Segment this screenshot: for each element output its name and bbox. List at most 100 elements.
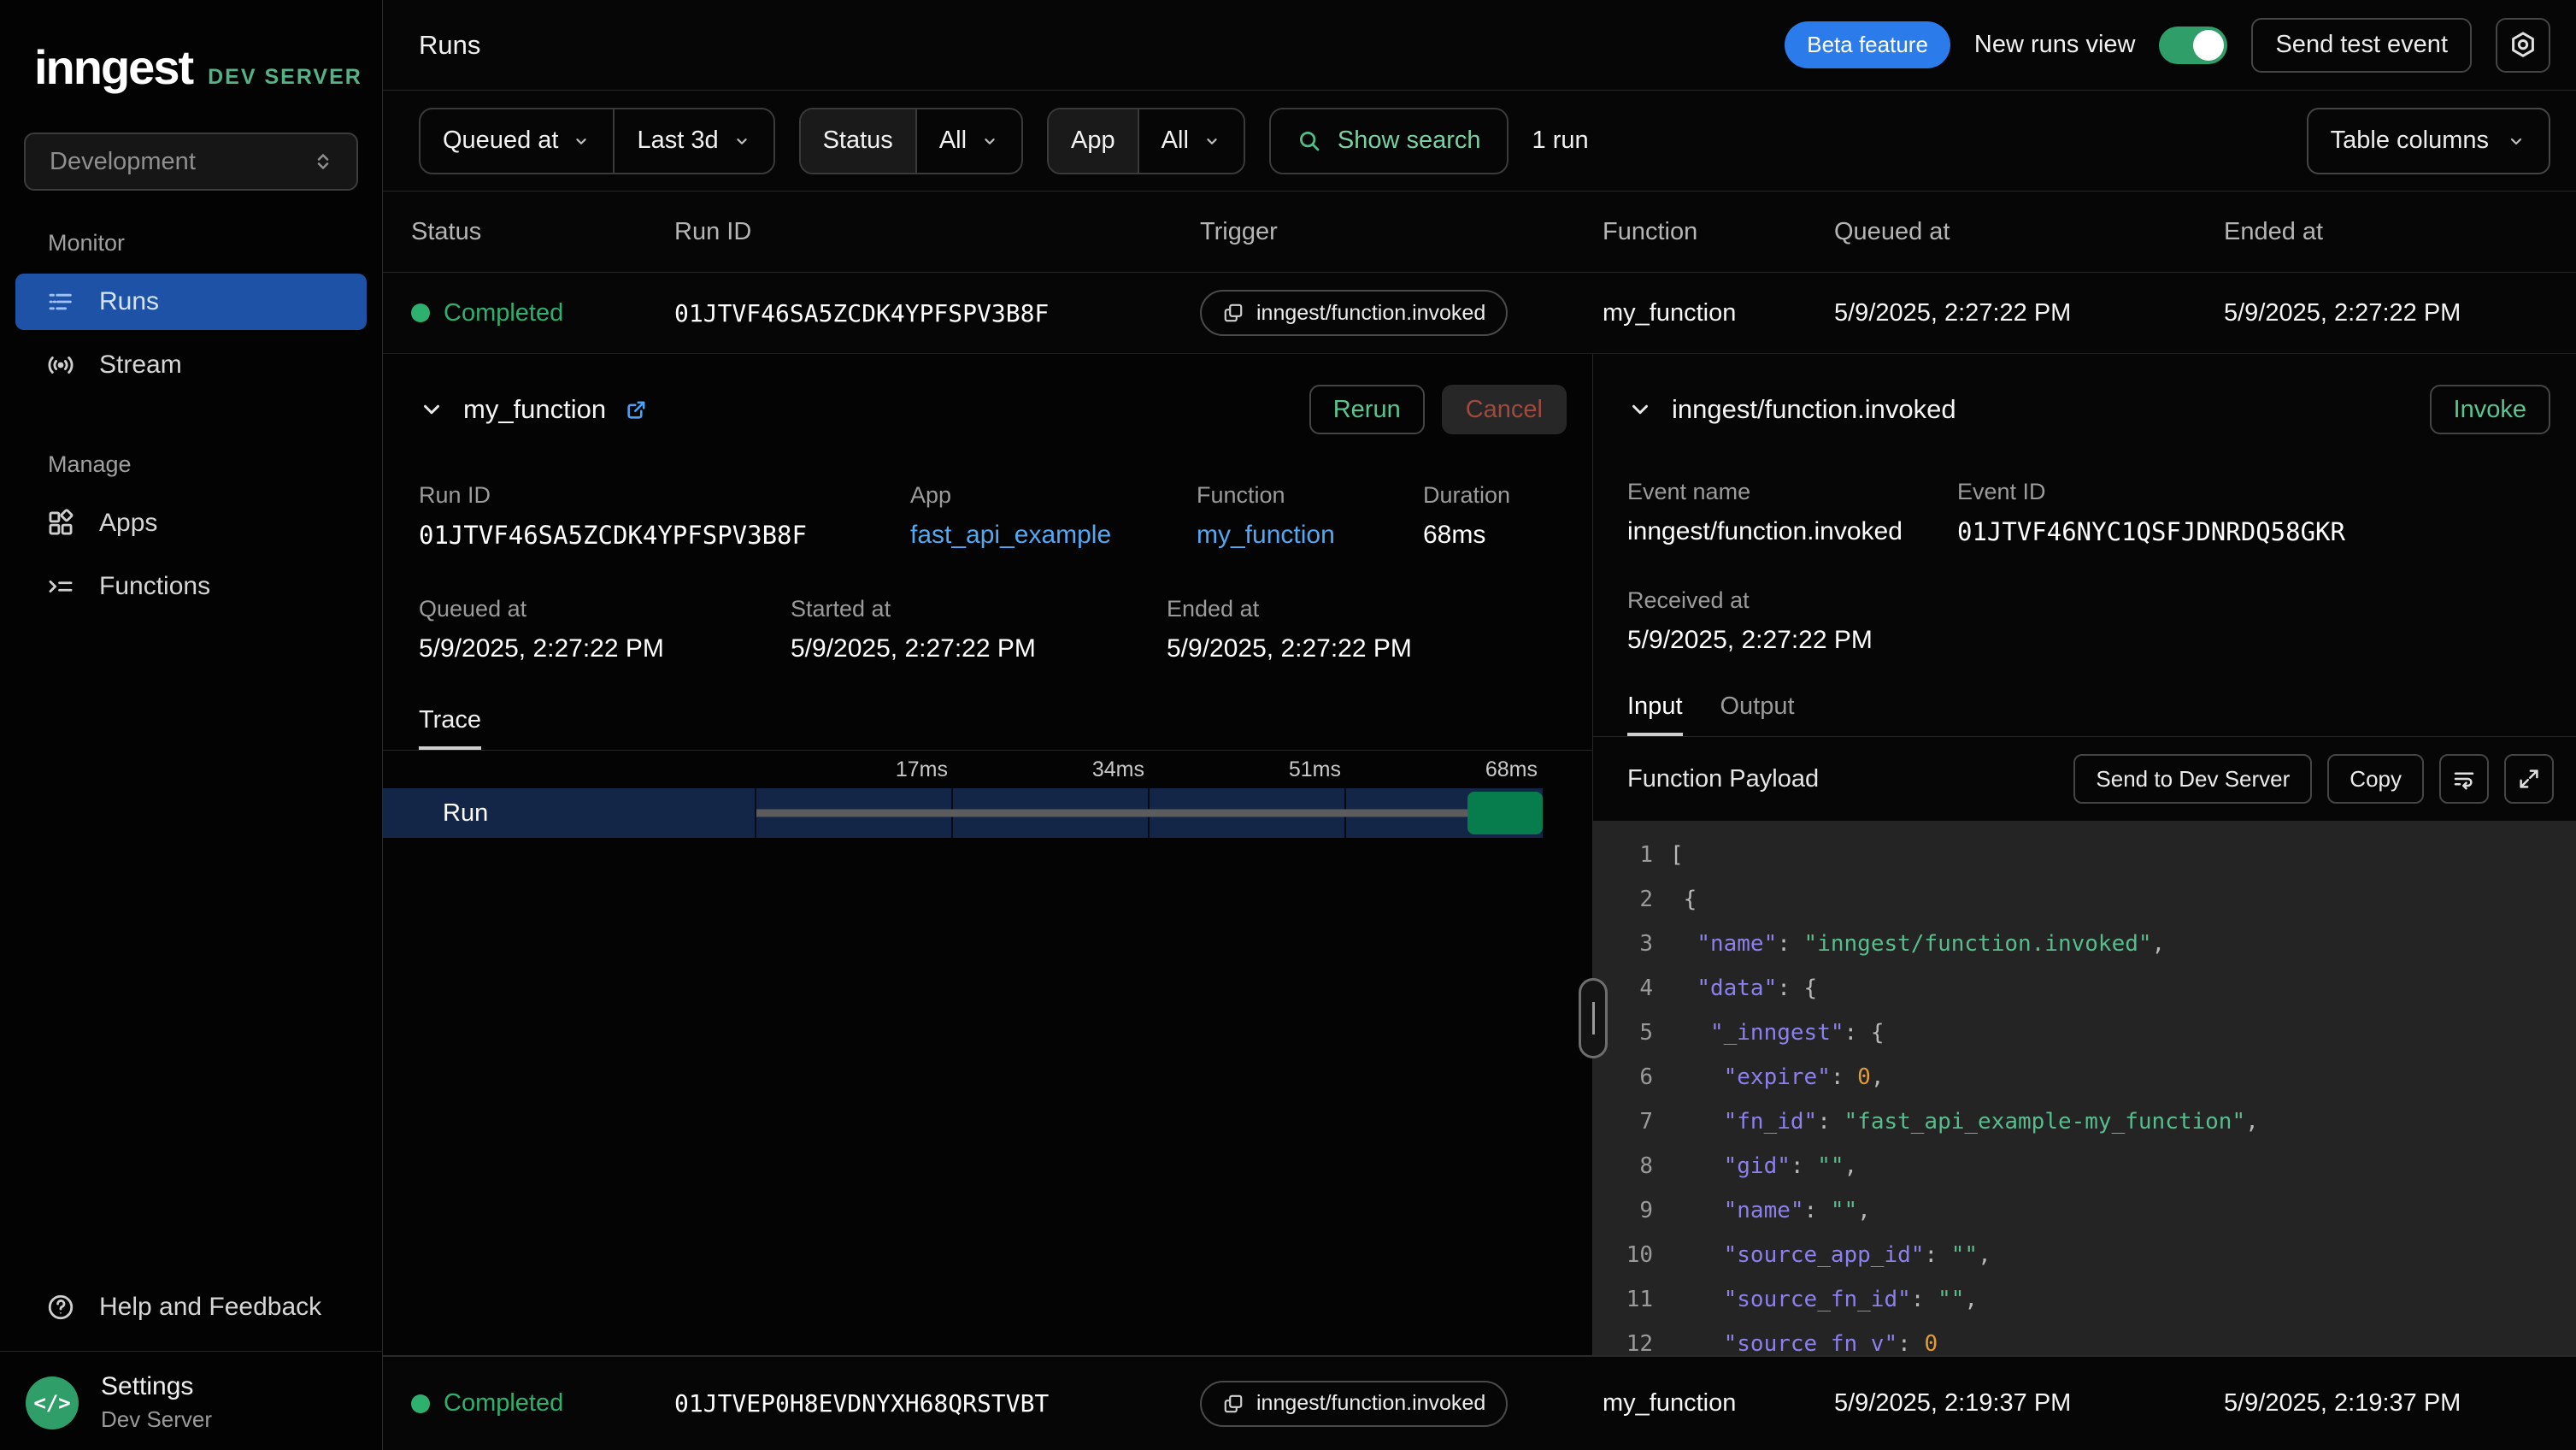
table-columns-button[interactable]: Table columns <box>2307 108 2550 174</box>
help-and-feedback[interactable]: Help and Feedback <box>15 1279 367 1335</box>
run-status-cell: Completed <box>411 299 674 327</box>
tab-output[interactable]: Output <box>1720 693 1795 736</box>
trigger-badge[interactable]: inngest/function.invoked <box>1200 290 1508 336</box>
sidebar-spacer <box>0 618 382 1276</box>
run-queued-at: 5/9/2025, 2:27:22 PM <box>1834 299 2224 327</box>
sidebar-item-runs-label: Runs <box>99 287 159 316</box>
trace-execution-bar[interactable] <box>1467 792 1543 834</box>
queued-at-dropdown[interactable]: Queued at <box>421 109 613 173</box>
expand-button[interactable] <box>2504 754 2554 804</box>
word-wrap-button[interactable] <box>2439 754 2489 804</box>
line-number: 8 <box>1614 1144 1653 1188</box>
collapse-chevron-icon[interactable] <box>1627 397 1653 422</box>
collapse-chevron-icon[interactable] <box>419 397 444 422</box>
payload-code[interactable]: 1[2 {3 "name": "inngest/function.invoked… <box>1593 821 2576 1355</box>
copy-button[interactable]: Copy <box>2327 754 2424 804</box>
sidebar-item-stream[interactable]: Stream <box>15 337 367 393</box>
received-at-label: Received at <box>1627 587 2550 614</box>
settings-item[interactable]: </> Settings Dev Server <box>15 1372 367 1433</box>
show-search-button[interactable]: Show search <box>1269 108 1509 174</box>
topbar: Runs Beta feature New runs view Send tes… <box>383 0 2576 91</box>
new-runs-view-toggle[interactable] <box>2159 27 2227 64</box>
function-label: Function <box>1197 482 1423 509</box>
cancel-button[interactable]: Cancel <box>1442 385 1567 434</box>
line-number: 1 <box>1614 833 1653 877</box>
code-line: 6 "expire": 0, <box>1614 1055 2576 1099</box>
show-search-label: Show search <box>1338 127 1481 155</box>
table-row[interactable]: Completed 01JTVF46SA5ZCDK4YPFSPV3B8F inn… <box>383 273 2576 354</box>
line-number: 4 <box>1614 966 1653 1011</box>
table-row[interactable]: Completed 01JTVEP0H8EVDNYXH68QRSTVBT inn… <box>383 1355 2576 1450</box>
started-at-label: Started at <box>791 596 1167 622</box>
column-header-status[interactable]: Status <box>411 218 674 246</box>
panel-resizer[interactable] <box>1579 978 1608 1058</box>
duration-label: Duration <box>1423 482 1567 509</box>
column-header-trigger[interactable]: Trigger <box>1200 218 1603 246</box>
received-at-value: 5/9/2025, 2:27:22 PM <box>1627 626 2550 655</box>
event-tabs: Input Output <box>1627 693 2550 736</box>
run-status: Completed <box>444 299 563 327</box>
line-number: 6 <box>1614 1055 1653 1099</box>
run-id-value: 01JTVF46SA5ZCDK4YPFSPV3B8F <box>419 521 910 550</box>
payload-toolbar: Function Payload Send to Dev Server Copy <box>1593 737 2576 821</box>
stream-icon <box>46 351 75 380</box>
tab-trace[interactable]: Trace <box>419 706 481 750</box>
time-range-dropdown[interactable]: Last 3d <box>613 109 773 173</box>
column-header-queued-at[interactable]: Queued at <box>1834 218 2224 246</box>
sidebar-item-apps-label: Apps <box>99 509 157 538</box>
started-at-value: 5/9/2025, 2:27:22 PM <box>791 634 1167 663</box>
run-status-cell: Completed <box>411 1389 674 1418</box>
status-filter-label: Status <box>801 109 915 173</box>
event-detail-panel: inngest/function.invoked Invoke Event na… <box>1593 354 2576 1355</box>
sidebar-item-apps[interactable]: Apps <box>15 495 367 551</box>
runs-icon <box>46 287 75 316</box>
tab-input[interactable]: Input <box>1627 693 1683 736</box>
rerun-button[interactable]: Rerun <box>1309 385 1425 434</box>
run-detail-panel: my_function Rerun Cancel Run ID 01JTVF46… <box>383 354 1593 1355</box>
chevron-down-icon <box>980 132 999 150</box>
trace-queue-line <box>756 810 1467 817</box>
code-line: 1[ <box>1614 833 2576 877</box>
queued-at-label: Queued at <box>443 127 558 155</box>
send-to-dev-server-button[interactable]: Send to Dev Server <box>2073 754 2312 804</box>
settings-subtitle: Dev Server <box>101 1406 212 1433</box>
sidebar-item-runs[interactable]: Runs <box>15 274 367 330</box>
settings-gear-button[interactable] <box>2496 18 2550 73</box>
sidebar-footer: </> Settings Dev Server <box>0 1351 382 1450</box>
run-id-label: Run ID <box>419 482 910 509</box>
app-link[interactable]: fast_api_example <box>910 521 1197 550</box>
invoke-button[interactable]: Invoke <box>2430 385 2550 434</box>
event-name-label: Event name <box>1627 479 1957 505</box>
trigger-badge[interactable]: inngest/function.invoked <box>1200 1381 1508 1427</box>
function-link[interactable]: my_function <box>1197 521 1423 550</box>
code-line: 3 "name": "inngest/function.invoked", <box>1614 922 2576 966</box>
sidebar-item-functions[interactable]: Functions <box>15 558 367 615</box>
time-filter-control: Queued at Last 3d <box>419 108 775 174</box>
code-line: 4 "data": { <box>1614 966 2576 1011</box>
column-header-ended-at[interactable]: Ended at <box>2224 218 2576 246</box>
event-id-label: Event ID <box>1957 479 2550 505</box>
queued-at-value: 5/9/2025, 2:27:22 PM <box>419 634 791 663</box>
code-line: 12 "source_fn_v": 0 <box>1614 1322 2576 1355</box>
environment-select[interactable]: Development <box>24 133 358 191</box>
help-and-feedback-label: Help and Feedback <box>99 1293 321 1322</box>
code-line: 8 "gid": "", <box>1614 1144 2576 1188</box>
app-filter-control: App All <box>1047 108 1245 174</box>
app-filter-dropdown[interactable]: All <box>1138 109 1244 173</box>
line-number: 5 <box>1614 1011 1653 1055</box>
inngest-logo: inngest <box>34 39 192 95</box>
run-status: Completed <box>444 1389 563 1418</box>
trace-run-row[interactable]: Run <box>383 788 1543 838</box>
timeline-tick: 17ms <box>845 757 948 782</box>
external-link-icon[interactable] <box>625 398 649 421</box>
status-filter-dropdown[interactable]: All <box>915 109 1021 173</box>
apps-icon <box>46 509 75 538</box>
column-header-function[interactable]: Function <box>1603 218 1834 246</box>
line-number: 12 <box>1614 1322 1653 1355</box>
topbar-controls: Beta feature New runs view Send test eve… <box>1785 18 2550 73</box>
send-test-event-button[interactable]: Send test event <box>2251 18 2472 73</box>
event-id-value: 01JTVF46NYC1QSFJDNRDQ58GKR <box>1957 517 2550 546</box>
runs-table-header: Status Run ID Trigger Function Queued at… <box>383 192 2576 273</box>
app-label: App <box>910 482 1197 509</box>
column-header-run-id[interactable]: Run ID <box>674 218 1200 246</box>
